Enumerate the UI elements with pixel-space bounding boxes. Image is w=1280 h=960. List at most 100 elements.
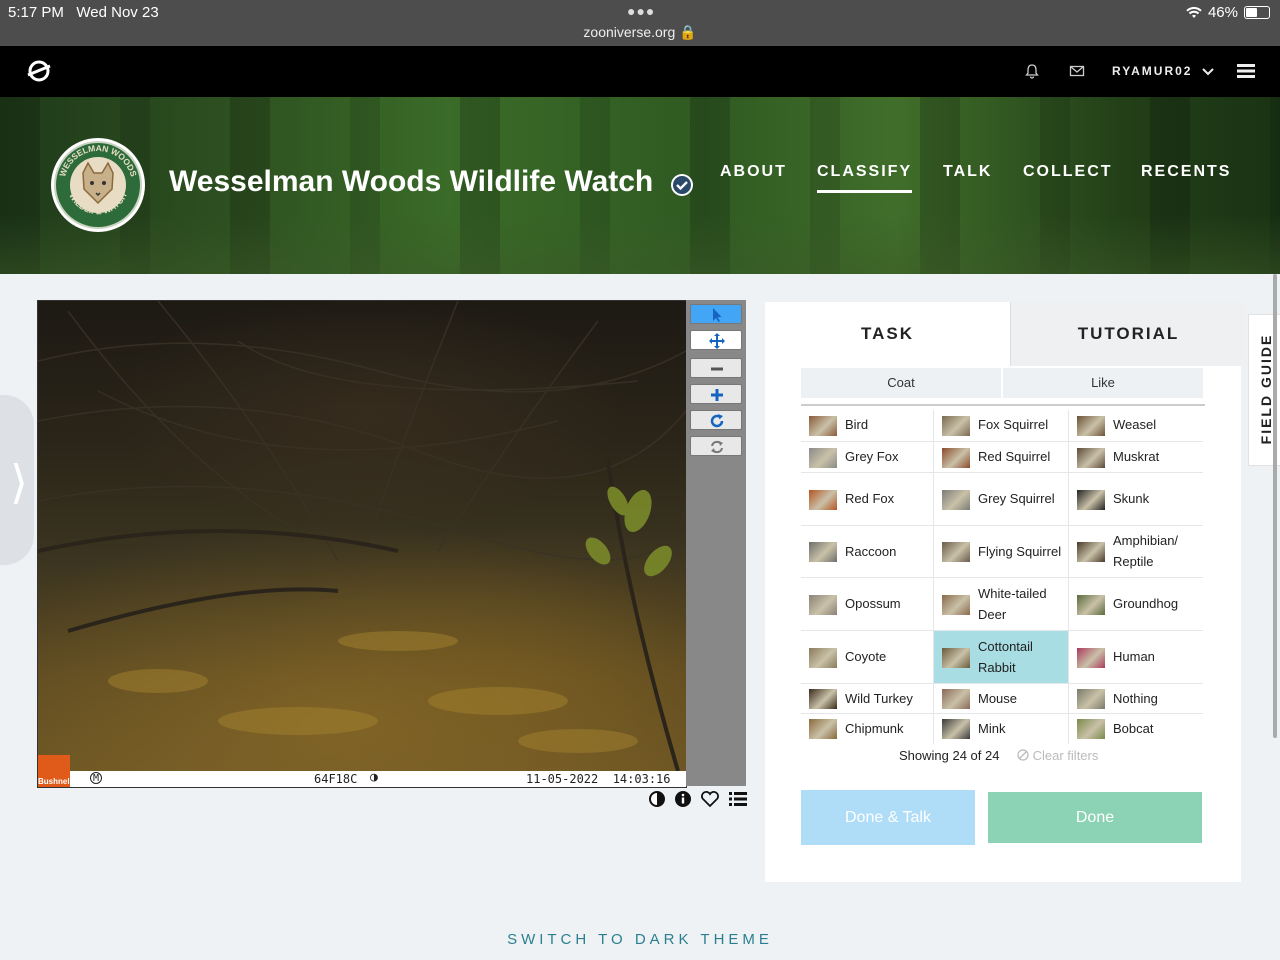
nav-recents[interactable]: RECENTS bbox=[1141, 163, 1231, 181]
invert-colors-icon[interactable] bbox=[648, 790, 666, 808]
species-label: Mouse bbox=[978, 690, 1018, 706]
address-bar[interactable]: zooniverse.org 🔒 bbox=[0, 24, 1280, 41]
species-thumbnail bbox=[942, 719, 970, 739]
hamburger-menu-icon[interactable] bbox=[1236, 63, 1256, 79]
user-menu[interactable]: RYAMUR02 bbox=[1112, 64, 1214, 78]
species-thumbnail bbox=[809, 447, 837, 468]
species-thumbnail bbox=[809, 415, 837, 436]
species-option[interactable]: Red Fox bbox=[801, 473, 934, 526]
species-option[interactable]: Groundhog bbox=[1069, 578, 1203, 631]
species-label: Grey Fox bbox=[845, 449, 899, 465]
page-scrollbar[interactable] bbox=[1273, 274, 1277, 738]
done-button[interactable]: Done bbox=[988, 792, 1202, 843]
species-thumbnail bbox=[1077, 447, 1105, 468]
clear-filters-label: Clear filters bbox=[1032, 748, 1099, 763]
viewer-toolbar bbox=[686, 300, 746, 786]
species-option[interactable]: Opossum bbox=[801, 578, 934, 631]
species-option[interactable]: Wild Turkey bbox=[801, 684, 934, 714]
species-thumbnail bbox=[809, 542, 837, 562]
species-option[interactable]: Chipmunk bbox=[801, 714, 934, 744]
species-option[interactable]: Mink bbox=[934, 714, 1069, 744]
zooniverse-nav: RYAMUR02 bbox=[0, 46, 1280, 97]
pointer-tool-button[interactable] bbox=[690, 304, 742, 324]
cursor-arrow-icon bbox=[713, 308, 722, 322]
species-label: White-tailed Deer bbox=[978, 585, 1047, 622]
species-thumbnail bbox=[942, 447, 970, 468]
species-thumbnail bbox=[809, 719, 837, 739]
species-option[interactable]: Flying Squirrel bbox=[934, 526, 1069, 578]
species-option[interactable]: White-tailed Deer bbox=[934, 578, 1069, 631]
species-option[interactable]: Human bbox=[1069, 631, 1203, 684]
refresh-icon bbox=[711, 440, 723, 454]
tab-tutorial[interactable]: TUTORIAL bbox=[1010, 302, 1246, 366]
species-option[interactable]: Grey Fox bbox=[801, 442, 934, 473]
task-panel: TASK TUTORIAL Coat Like Bird Fox Squirrel… bbox=[765, 302, 1246, 882]
zoom-out-button[interactable] bbox=[690, 358, 742, 378]
camera-trap-image[interactable] bbox=[38, 301, 686, 771]
species-option[interactable]: Bird bbox=[801, 410, 934, 441]
species-thumbnail bbox=[809, 489, 837, 510]
species-option[interactable]: Coyote bbox=[801, 631, 934, 684]
project-badge-logo[interactable]: WESSELMAN WOODS WILDLIFE WATCH bbox=[50, 137, 146, 233]
switch-dark-theme-button[interactable]: SWITCH TO DARK THEME bbox=[0, 931, 1280, 948]
reset-view-button[interactable] bbox=[690, 436, 742, 456]
species-thumbnail bbox=[1077, 489, 1105, 510]
nav-classify[interactable]: CLASSIFY bbox=[817, 163, 913, 193]
species-option[interactable]: Fox Squirrel bbox=[934, 410, 1069, 441]
battery-icon bbox=[1244, 6, 1270, 19]
clear-filters-link[interactable]: Clear filters bbox=[1017, 748, 1098, 763]
info-icon[interactable] bbox=[674, 790, 692, 808]
done-and-talk-button[interactable]: Done & Talk bbox=[801, 790, 975, 845]
move-arrows-icon bbox=[709, 333, 725, 349]
nav-talk[interactable]: TALK bbox=[943, 163, 992, 181]
nav-collect[interactable]: COLLECT bbox=[1023, 163, 1113, 181]
ios-status-bar: 5:17 PM Wed Nov 23 ●●● zooniverse.org 🔒 … bbox=[0, 0, 1280, 46]
species-option[interactable]: Weasel bbox=[1069, 410, 1203, 441]
side-drawer-tab[interactable]: ⟩ bbox=[0, 395, 34, 565]
species-label: Flying Squirrel bbox=[978, 543, 1062, 559]
move-tool-button[interactable] bbox=[690, 330, 742, 350]
bell-icon[interactable] bbox=[1023, 62, 1041, 80]
nav-about[interactable]: ABOUT bbox=[720, 163, 787, 181]
species-thumbnail bbox=[1077, 647, 1105, 668]
species-option[interactable]: Grey Squirrel bbox=[934, 473, 1069, 526]
image-timestamp: 11-05-2022 14:03:16 bbox=[526, 772, 671, 786]
multitask-dots-icon[interactable]: ●●● bbox=[627, 3, 655, 19]
tab-task[interactable]: TASK bbox=[765, 302, 1010, 366]
species-label: Fox Squirrel bbox=[978, 417, 1049, 433]
species-thumbnail bbox=[942, 415, 970, 436]
species-label: Raccoon bbox=[845, 543, 897, 559]
species-label: Wild Turkey bbox=[845, 690, 913, 706]
species-label: Muskrat bbox=[1113, 449, 1160, 465]
project-title[interactable]: Wesselman Woods Wildlife Watch bbox=[169, 165, 653, 199]
species-option[interactable]: Muskrat bbox=[1069, 442, 1203, 473]
species-option[interactable]: Bobcat bbox=[1069, 714, 1203, 744]
species-option[interactable]: Amphibian/ Reptile bbox=[1069, 526, 1203, 578]
showing-count: Showing 24 of 24 bbox=[899, 748, 1000, 763]
subject-viewer[interactable]: Bushnell M 64F18C ◑ 11-05-2022 14:03:16 bbox=[37, 300, 687, 788]
camera-info-strip: Bushnell M 64F18C ◑ 11-05-2022 14:03:16 bbox=[38, 755, 686, 787]
heart-icon[interactable] bbox=[700, 790, 720, 808]
species-option[interactable]: Cottontail Rabbit bbox=[934, 631, 1069, 684]
species-option[interactable]: Red Squirrel bbox=[934, 442, 1069, 473]
filter-coat-button[interactable]: Coat bbox=[801, 368, 1001, 398]
species-thumbnail bbox=[942, 542, 970, 562]
species-option[interactable]: Mouse bbox=[934, 684, 1069, 714]
species-label: Coyote bbox=[845, 649, 887, 665]
filter-like-button[interactable]: Like bbox=[1003, 368, 1203, 398]
collection-list-icon[interactable] bbox=[728, 790, 748, 808]
species-label: Groundhog bbox=[1113, 596, 1179, 612]
username: RYAMUR02 bbox=[1112, 64, 1193, 78]
zoom-in-button[interactable] bbox=[690, 384, 742, 404]
species-option[interactable]: Raccoon bbox=[801, 526, 934, 578]
mail-icon[interactable] bbox=[1068, 62, 1086, 80]
zooniverse-logo-icon[interactable] bbox=[26, 58, 52, 84]
project-header: WESSELMAN WOODS WILDLIFE WATCH Wesselman… bbox=[0, 97, 1280, 274]
species-option[interactable]: Nothing bbox=[1069, 684, 1203, 714]
species-option[interactable]: Skunk bbox=[1069, 473, 1203, 526]
species-label: Opossum bbox=[845, 596, 901, 612]
species-thumbnail bbox=[809, 647, 837, 668]
lock-icon: 🔒 bbox=[679, 24, 697, 40]
rotate-button[interactable] bbox=[690, 410, 742, 430]
species-thumbnail bbox=[942, 489, 970, 510]
